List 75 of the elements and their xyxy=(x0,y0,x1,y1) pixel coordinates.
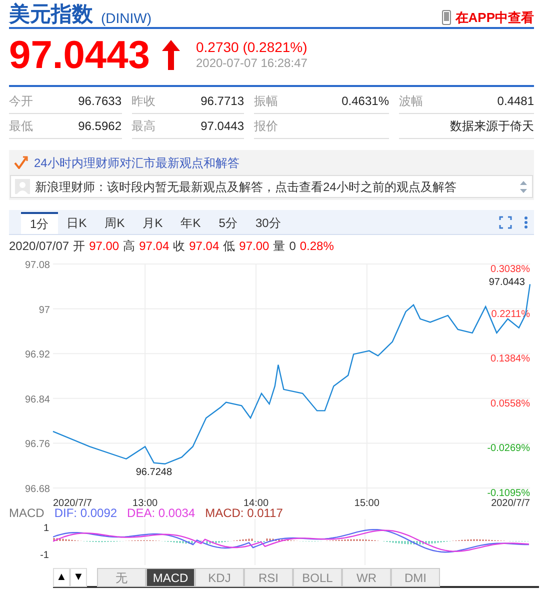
stat-label: 最高 xyxy=(132,118,156,135)
value-annotation: 96.7248 xyxy=(136,466,172,478)
y-axis-label: 96.92 xyxy=(24,350,50,361)
period-tab[interactable]: 月K xyxy=(134,212,172,234)
stat-value: 96.7713 xyxy=(200,93,244,110)
price-value: 97.0443 xyxy=(9,36,150,74)
step-button[interactable]: ▲ xyxy=(53,568,70,586)
period-tab[interactable]: 日K xyxy=(58,212,96,234)
percent-label: -0.1095% xyxy=(487,488,530,499)
bar-value: 97.04 xyxy=(189,238,220,255)
legend-value: MACD: 0.0117 xyxy=(205,507,283,519)
indicator-name: MACD xyxy=(9,507,44,519)
x-axis-label: 15:00 xyxy=(354,498,380,508)
legend-value: DEA: 0.0034 xyxy=(127,507,196,519)
app-link[interactable]: 在APP中查看 xyxy=(442,10,534,25)
page-title: 美元指数 xyxy=(9,4,93,25)
views-link[interactable]: 24小时内理财师对汇市最新观点和解答 xyxy=(34,154,240,172)
stat-value: 96.7633 xyxy=(78,93,122,110)
stat-value: 数据来源于倚天 xyxy=(450,118,534,135)
macd-axis-label: -1 xyxy=(40,549,49,563)
quote-time: 2020-07-07 16:28:47 xyxy=(196,55,308,71)
period-tab[interactable]: 年K xyxy=(172,212,210,234)
x-axis-label: 2020/7/7 xyxy=(53,498,92,508)
stat-label: 波幅 xyxy=(399,93,423,110)
message-text: 新浪理财师：该时段内暂无最新观点及解答，点击查看24小时之前的观点及解答 xyxy=(35,178,458,196)
y-axis-label: 96.68 xyxy=(24,484,50,495)
more-icon[interactable] xyxy=(524,216,528,229)
y-axis-label: 96.84 xyxy=(24,394,50,406)
stat-label: 昨收 xyxy=(132,93,156,110)
value-annotation: 97.0443 xyxy=(488,277,525,288)
macd-axis-label: 1 xyxy=(43,522,49,536)
legend-value: DIF: 0.0092 xyxy=(54,507,118,519)
indicator-tab[interactable]: MACD xyxy=(146,568,195,586)
bar-value: 97.00 xyxy=(239,238,270,255)
percent-label: 0.3038% xyxy=(490,264,530,275)
period-tab[interactable]: 1分 xyxy=(21,212,58,234)
step-button[interactable]: ▼ xyxy=(70,568,87,586)
scroll-arrows-icon[interactable] xyxy=(519,178,528,194)
percent-label: -0.0269% xyxy=(487,443,530,454)
bar-label: 量 xyxy=(273,238,286,255)
bar-value: 97.00 xyxy=(89,238,120,255)
bar-change: 0.28% xyxy=(300,238,334,255)
y-axis-label: 97.08 xyxy=(24,260,50,271)
price-change: 0.2730 (0.2821%) xyxy=(196,39,308,55)
percent-label: 0.1384% xyxy=(490,354,530,365)
period-tab[interactable]: 30分 xyxy=(246,212,290,234)
bar-value: 97.04 xyxy=(139,238,170,255)
percent-label: 0.0558% xyxy=(490,398,530,410)
fullscreen-icon[interactable] xyxy=(499,216,512,229)
message-box[interactable]: 新浪理财师：该时段内暂无最新观点及解答，点击查看24小时之前的观点及解答 xyxy=(10,175,533,198)
y-axis-label: 96.76 xyxy=(24,439,50,450)
phone-icon xyxy=(442,10,452,25)
stat-label: 报价 xyxy=(254,118,278,135)
up-arrow-icon xyxy=(162,40,180,70)
index-code: (DINIW) xyxy=(101,11,152,25)
stat-value: 0.4631% xyxy=(342,93,389,110)
y-axis-label: 97 xyxy=(38,304,50,316)
bar-date: 2020/07/07 xyxy=(9,238,70,255)
period-tab[interactable]: 周K xyxy=(96,212,134,234)
stat-value: 97.0443 xyxy=(200,118,244,135)
trend-icon xyxy=(14,156,28,169)
bar-label: 高 xyxy=(123,238,136,255)
stat-label: 最低 xyxy=(9,118,33,135)
bar-value: 0 xyxy=(289,238,296,255)
bar-label: 收 xyxy=(173,238,186,255)
stat-label: 振幅 xyxy=(254,93,278,110)
stat-label: 今开 xyxy=(9,93,33,110)
x-axis-label: 13:00 xyxy=(132,498,158,508)
x-axis-label: 2020/7/7 xyxy=(491,498,530,508)
bar-label: 开 xyxy=(73,238,86,255)
stat-value: 0.4481 xyxy=(497,93,534,110)
period-tab[interactable]: 5分 xyxy=(210,212,246,234)
stat-value: 96.5962 xyxy=(78,118,122,135)
x-axis-label: 14:00 xyxy=(243,498,269,508)
bar-label: 低 xyxy=(223,238,236,255)
